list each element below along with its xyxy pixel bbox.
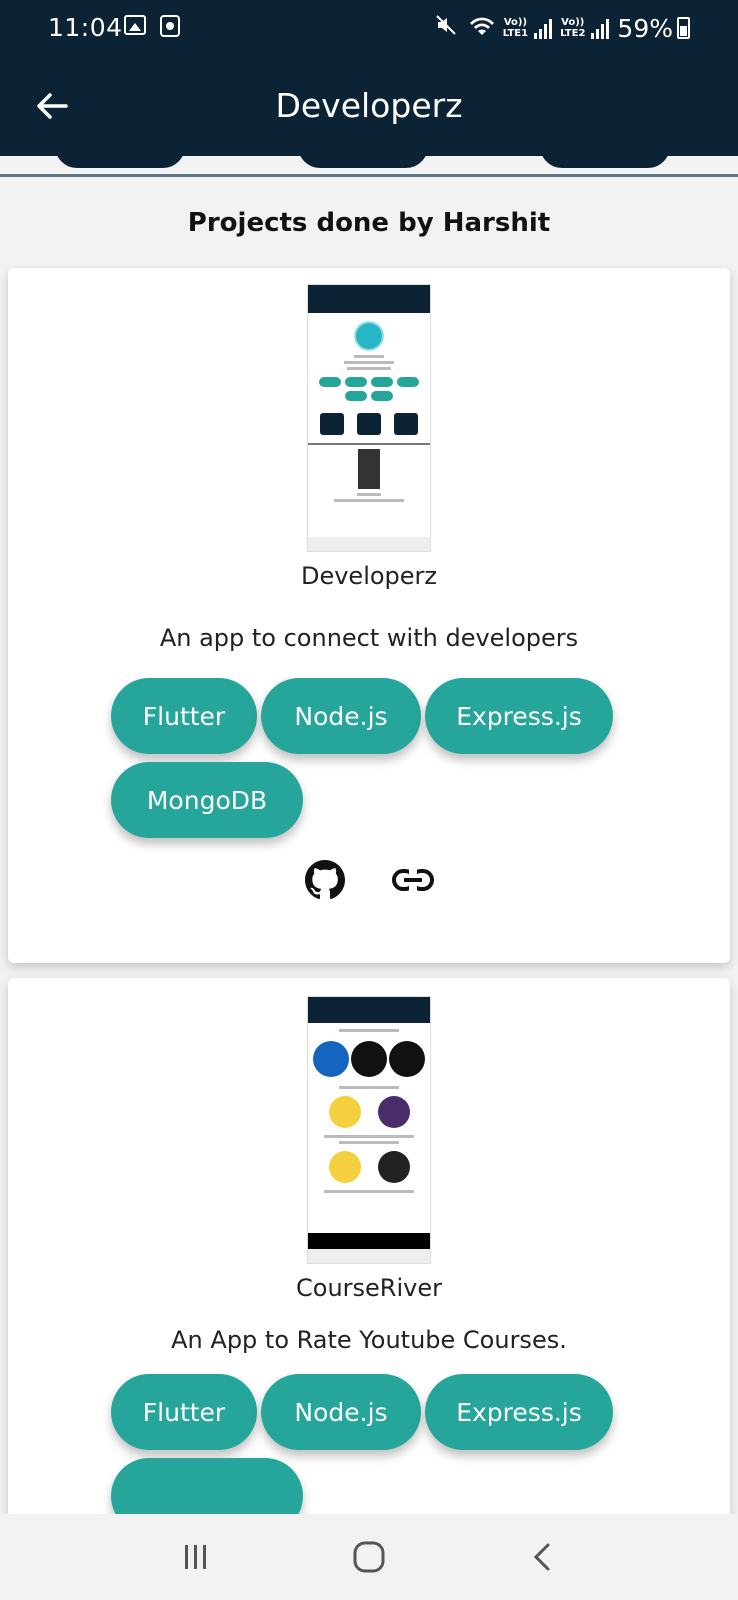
scrolled-content-peek	[0, 146, 738, 170]
back-icon	[533, 1543, 550, 1571]
home-icon	[353, 1541, 385, 1573]
lte2-indicator: Vo)) LTE2	[560, 17, 586, 39]
back-nav-button[interactable]	[512, 1532, 572, 1582]
battery-percent: 59%	[617, 13, 673, 43]
tech-chip[interactable]: Node.js	[261, 1374, 421, 1450]
tech-chips: Flutter Node.js Express.js MongoDB	[111, 678, 631, 846]
project-screenshot[interactable]	[307, 996, 431, 1264]
tech-chip[interactable]: MongoDB	[111, 762, 303, 838]
signal2-icon	[589, 17, 610, 39]
page-title: Developerz	[275, 86, 463, 125]
tech-chip[interactable]	[111, 1458, 303, 1518]
project-name: CourseRiver	[296, 1274, 442, 1302]
tech-chip[interactable]: Express.js	[425, 1374, 613, 1450]
peek-stat-button[interactable]	[55, 146, 185, 168]
signal1-icon	[532, 17, 553, 39]
lte1-indicator: Vo)) LTE1	[502, 17, 529, 39]
link-icon	[392, 868, 434, 892]
screen-record-icon	[160, 15, 180, 37]
github-icon	[305, 860, 345, 900]
peek-stat-button[interactable]	[298, 146, 428, 168]
wifi-icon	[469, 15, 495, 42]
status-time: 11:04	[48, 13, 123, 42]
project-card[interactable]: Developerz An app to connect with develo…	[8, 268, 730, 963]
gallery-icon	[124, 15, 146, 35]
section-title: Projects done by Harshit	[187, 208, 551, 238]
tech-chip[interactable]: Flutter	[111, 678, 257, 754]
mute-icon	[435, 13, 459, 43]
peek-stat-button[interactable]	[540, 146, 670, 168]
tech-chips: Flutter Node.js Express.js	[111, 1374, 631, 1518]
project-links	[8, 858, 730, 902]
project-card[interactable]: CourseRiver An App to Rate Youtube Cours…	[8, 978, 730, 1518]
recents-icon	[185, 1545, 207, 1569]
tech-chip[interactable]: Flutter	[111, 1374, 257, 1450]
app-bar: Developerz	[0, 56, 738, 156]
project-description: An App to Rate Youtube Courses.	[171, 1326, 567, 1354]
project-link-button[interactable]	[391, 858, 435, 902]
github-button[interactable]	[303, 858, 347, 902]
tech-chip[interactable]: Node.js	[261, 678, 421, 754]
recents-button[interactable]	[166, 1532, 226, 1582]
status-bar: 11:04 Vo)) LTE1 Vo)) LTE2 59%	[0, 0, 738, 56]
project-name: Developerz	[300, 562, 438, 590]
tech-chip[interactable]: Express.js	[425, 678, 613, 754]
system-nav-bar	[0, 1514, 738, 1600]
home-button[interactable]	[339, 1532, 399, 1582]
battery-icon	[677, 17, 690, 39]
project-screenshot[interactable]	[307, 284, 431, 552]
divider	[0, 174, 738, 177]
project-description: An app to connect with developers	[159, 624, 579, 652]
